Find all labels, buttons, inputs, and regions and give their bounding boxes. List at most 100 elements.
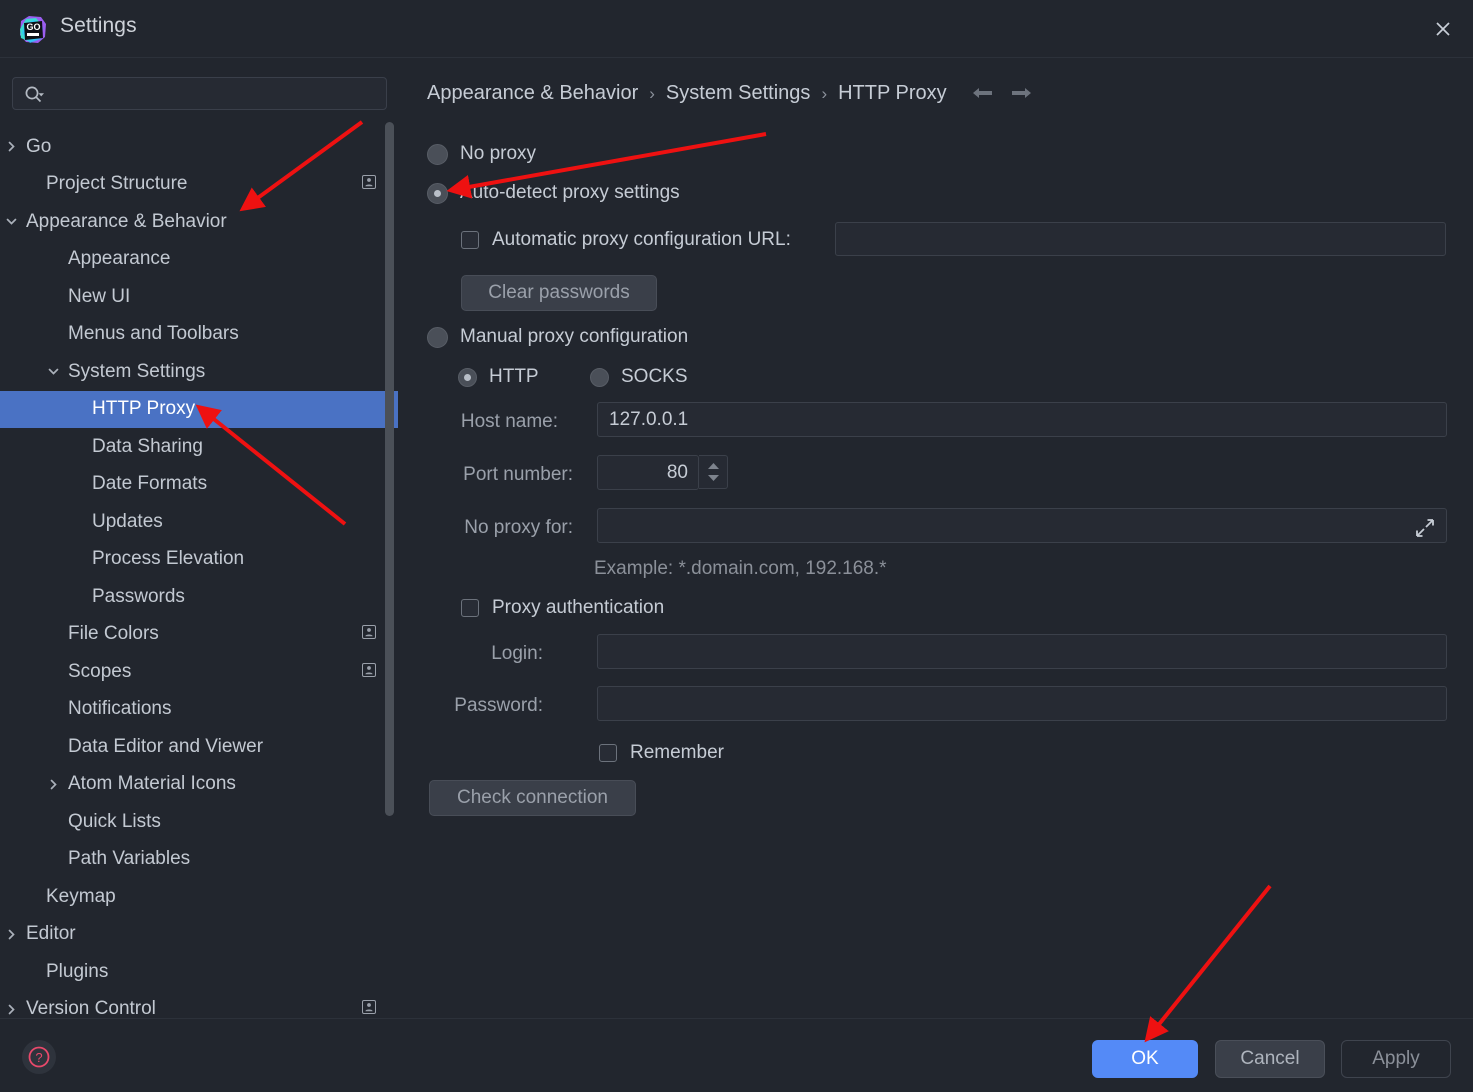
- cancel-button[interactable]: Cancel: [1215, 1040, 1325, 1078]
- sidebar-item-appearance-behavior[interactable]: Appearance & Behavior: [0, 203, 398, 241]
- radio-no-proxy[interactable]: No proxy: [427, 143, 536, 165]
- chevron-right-icon[interactable]: [46, 777, 60, 791]
- svg-text:?: ?: [35, 1050, 42, 1065]
- sidebar-item-label: New UI: [68, 285, 131, 307]
- sidebar-item-label: Notifications: [68, 698, 172, 720]
- close-icon[interactable]: [1423, 10, 1463, 48]
- project-scope-icon: [362, 998, 376, 1018]
- sidebar-item-label: Path Variables: [68, 848, 191, 870]
- project-scope-icon: [362, 173, 376, 195]
- sidebar-item-quick-lists[interactable]: Quick Lists: [0, 803, 398, 841]
- checkbox-pac-url[interactable]: Automatic proxy configuration URL:: [461, 229, 791, 251]
- sidebar-item-label: File Colors: [68, 623, 159, 645]
- sidebar-item-project-structure[interactable]: Project Structure: [0, 166, 398, 204]
- checkbox-proxy-auth[interactable]: Proxy authentication: [461, 597, 664, 619]
- settings-tree: Go Project Structure Appearance & Behavior…: [0, 128, 398, 1018]
- sidebar-item-notifications[interactable]: Notifications: [0, 691, 398, 729]
- sidebar-item-path-variables[interactable]: Path Variables: [0, 841, 398, 879]
- radio-manual-proxy-label: Manual proxy configuration: [460, 326, 689, 347]
- check-connection-button[interactable]: Check connection: [429, 780, 636, 816]
- radio-http[interactable]: HTTP: [458, 366, 539, 388]
- http-proxy-form: No proxy Auto-detect proxy settings Auto…: [398, 58, 1473, 1018]
- clear-passwords-button[interactable]: Clear passwords: [461, 275, 657, 311]
- project-scope-icon: [362, 661, 376, 683]
- sidebar-scrollbar[interactable]: [385, 122, 394, 816]
- sidebar-item-label: Keymap: [46, 885, 116, 907]
- sidebar-item-menus-and-toolbars[interactable]: Menus and Toolbars: [0, 316, 398, 354]
- radio-auto-detect[interactable]: Auto-detect proxy settings: [427, 182, 680, 204]
- sidebar-item-updates[interactable]: Updates: [0, 503, 398, 541]
- expand-icon[interactable]: [1414, 517, 1436, 539]
- radio-auto-detect-label: Auto-detect proxy settings: [460, 182, 680, 203]
- sidebar-item-label: System Settings: [68, 360, 206, 382]
- sidebar-item-process-elevation[interactable]: Process Elevation: [0, 541, 398, 579]
- sidebar-item-go[interactable]: Go: [0, 128, 398, 166]
- sidebar-item-date-formats[interactable]: Date Formats: [0, 466, 398, 504]
- chevron-right-icon[interactable]: [4, 1002, 18, 1016]
- sidebar-item-http-proxy[interactable]: HTTP Proxy: [0, 390, 398, 428]
- chevron-right-icon[interactable]: [4, 140, 18, 154]
- example-hint: Example: *.domain.com, 192.168.*: [594, 558, 887, 579]
- apply-button[interactable]: Apply: [1341, 1040, 1451, 1078]
- sidebar-item-label: Atom Material Icons: [68, 773, 236, 795]
- password-input[interactable]: [597, 686, 1447, 721]
- title-bar: GO Settings: [0, 0, 1473, 58]
- sidebar-item-passwords[interactable]: Passwords: [0, 578, 398, 616]
- search-box[interactable]: [12, 77, 387, 110]
- goland-logo-icon: GO: [16, 13, 50, 47]
- sidebar-item-label: Go: [26, 135, 52, 157]
- sidebar-item-label: Editor: [26, 923, 76, 945]
- checkbox-remember-label: Remember: [630, 742, 724, 763]
- sidebar-item-label: Passwords: [92, 585, 185, 607]
- sidebar-item-data-editor-and-viewer[interactable]: Data Editor and Viewer: [0, 728, 398, 766]
- checkbox-proxy-auth-label: Proxy authentication: [492, 597, 665, 618]
- sidebar-item-file-colors[interactable]: File Colors: [0, 616, 398, 654]
- checkbox-remember[interactable]: Remember: [599, 742, 724, 764]
- help-question-icon[interactable]: ?: [22, 1040, 56, 1074]
- sidebar-item-appearance[interactable]: Appearance: [0, 241, 398, 279]
- checkbox-remember-indicator: [599, 744, 617, 762]
- pac-url-input[interactable]: [835, 222, 1446, 256]
- radio-no-proxy-label: No proxy: [460, 143, 537, 164]
- chevron-down-icon[interactable]: [4, 215, 18, 229]
- project-scope-icon: [362, 623, 376, 645]
- svg-text:GO: GO: [26, 22, 40, 32]
- login-label: Login:: [491, 643, 543, 664]
- radio-auto-detect-indicator: [427, 182, 448, 204]
- radio-socks[interactable]: SOCKS: [590, 366, 688, 388]
- host-name-input[interactable]: [597, 402, 1447, 437]
- sidebar-item-scopes[interactable]: Scopes: [0, 653, 398, 691]
- sidebar-item-label: Date Formats: [92, 473, 208, 495]
- spinner-up-down-icon[interactable]: [699, 455, 728, 489]
- sidebar-item-keymap[interactable]: Keymap: [0, 878, 398, 916]
- settings-sidebar: Go Project Structure Appearance & Behavior…: [0, 58, 398, 1018]
- sidebar-item-label: Plugins: [46, 960, 109, 982]
- no-proxy-for-input[interactable]: [597, 508, 1447, 543]
- search-input[interactable]: [51, 78, 381, 109]
- login-input[interactable]: [597, 634, 1447, 669]
- radio-socks-indicator: [590, 367, 609, 387]
- sidebar-item-label: Data Editor and Viewer: [68, 735, 264, 757]
- radio-manual-proxy[interactable]: Manual proxy configuration: [427, 326, 688, 348]
- sidebar-item-label: Scopes: [68, 660, 132, 682]
- port-number-input[interactable]: [597, 455, 699, 490]
- sidebar-item-version-control[interactable]: Version Control: [0, 991, 398, 1018]
- sidebar-item-editor[interactable]: Editor: [0, 916, 398, 954]
- radio-socks-label: SOCKS: [621, 366, 688, 387]
- checkbox-pac-url-label: Automatic proxy configuration URL:: [492, 229, 791, 250]
- sidebar-item-data-sharing[interactable]: Data Sharing: [0, 428, 398, 466]
- radio-http-label: HTTP: [489, 366, 539, 387]
- sidebar-item-plugins[interactable]: Plugins: [0, 953, 398, 991]
- sidebar-item-label: Appearance & Behavior: [26, 210, 227, 232]
- sidebar-item-system-settings[interactable]: System Settings: [0, 353, 398, 391]
- sidebar-item-label: Project Structure: [46, 173, 188, 195]
- ok-button[interactable]: OK: [1092, 1040, 1198, 1078]
- no-proxy-for-label: No proxy for:: [464, 517, 573, 538]
- sidebar-item-label: Process Elevation: [92, 548, 245, 570]
- sidebar-item-label: Updates: [92, 510, 163, 532]
- sidebar-item-label: Appearance: [68, 248, 171, 270]
- chevron-right-icon[interactable]: [4, 927, 18, 941]
- sidebar-item-atom-material-icons[interactable]: Atom Material Icons: [0, 766, 398, 804]
- chevron-down-icon[interactable]: [46, 365, 60, 379]
- sidebar-item-new-ui[interactable]: New UI: [0, 278, 398, 316]
